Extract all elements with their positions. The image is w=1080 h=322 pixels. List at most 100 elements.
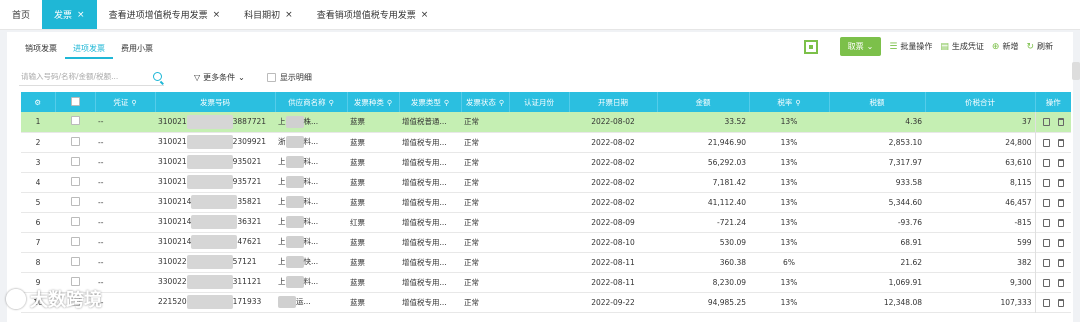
- table-row[interactable]: 2 -- 310021 2309921 浙 料... 蓝票 增值税专用... 正常 2022-08…: [21, 132, 1071, 152]
- table-row[interactable]: 1 -- 310021 3887721 上 株... 蓝票 增值税普通... 正常 2022-08…: [21, 112, 1071, 132]
- top-tab-2[interactable]: 查看进项增值税专用发票 ×: [97, 0, 233, 29]
- column-filter-icon[interactable]: ⚲: [795, 99, 800, 107]
- column-filter-icon[interactable]: ⚲: [131, 99, 136, 107]
- edit-icon[interactable]: [1042, 218, 1050, 227]
- trash-icon[interactable]: [1057, 178, 1064, 187]
- close-icon[interactable]: ×: [213, 10, 221, 20]
- edit-icon[interactable]: [1042, 178, 1050, 187]
- batch-operation-button[interactable]: ☰ 批量操作: [889, 41, 932, 52]
- top-tab-4[interactable]: 查看销项增值税专用发票 ×: [305, 0, 441, 29]
- more-conditions-button[interactable]: ▽ 更多条件 ⌄: [194, 72, 245, 83]
- table-row[interactable]: 6 -- 3100214 36321 上 科... 红票 增值税专用... 正常 2022-08-…: [21, 212, 1071, 232]
- trash-icon[interactable]: [1057, 138, 1064, 147]
- top-tab-3[interactable]: 科目期初 ×: [232, 0, 305, 29]
- new-button[interactable]: ⊕ 新增: [992, 41, 1019, 52]
- col-total[interactable]: 价税合计: [925, 92, 1036, 112]
- row-select-cell[interactable]: [55, 172, 95, 192]
- edit-icon[interactable]: [1042, 298, 1050, 307]
- close-icon[interactable]: ×: [77, 10, 85, 20]
- col-amount[interactable]: 金额: [657, 92, 750, 112]
- column-filter-icon[interactable]: ⚲: [444, 99, 449, 107]
- generate-voucher-button[interactable]: ▤ 生成凭证: [940, 41, 984, 52]
- refresh-button[interactable]: ↻ 刷新: [1026, 41, 1053, 52]
- row-checkbox[interactable]: [70, 276, 80, 286]
- trash-icon[interactable]: [1057, 218, 1064, 227]
- side-scroll-handle[interactable]: [1072, 62, 1080, 80]
- close-icon[interactable]: ×: [285, 10, 293, 20]
- col-type[interactable]: 发票类型 ⚲: [399, 92, 462, 112]
- select-all-checkbox[interactable]: [70, 96, 80, 106]
- col-voucher[interactable]: 凭证 ⚲: [95, 92, 156, 112]
- subtab-2[interactable]: 费用小票: [113, 40, 161, 59]
- close-icon[interactable]: ×: [421, 10, 429, 20]
- ops-cell: [1034, 112, 1071, 132]
- row-checkbox[interactable]: [70, 216, 80, 226]
- row-checkbox[interactable]: [70, 116, 80, 126]
- col-invoice-no[interactable]: 发票号码: [155, 92, 276, 112]
- top-tab-1[interactable]: 发票 ×: [42, 0, 97, 29]
- column-filter-icon[interactable]: ⚲: [499, 99, 504, 107]
- qrcode-icon[interactable]: [803, 39, 818, 54]
- supplier-cell: 上 快...: [275, 252, 347, 272]
- voucher-cell: --: [98, 257, 104, 267]
- row-checkbox[interactable]: [70, 156, 80, 166]
- row-select-cell[interactable]: [55, 112, 95, 132]
- col-kind[interactable]: 发票种类 ⚲: [347, 92, 400, 112]
- row-select-cell[interactable]: [55, 152, 95, 172]
- settings-header[interactable]: ⚙: [21, 92, 56, 112]
- subtab-1[interactable]: 进项发票: [65, 40, 113, 59]
- trash-icon[interactable]: [1057, 238, 1064, 247]
- col-rate[interactable]: 税率 ⚲: [749, 92, 830, 112]
- table-row[interactable]: 3 -- 310021 935021 上 科... 蓝票 增值税专用... 正常 2022-08-…: [21, 152, 1071, 172]
- status-cell: 正常: [464, 217, 479, 227]
- table-row[interactable]: 10 -- 221520 171933 运... 蓝票 增值税专用... 正常 2022-09-…: [21, 292, 1071, 312]
- col-supplier[interactable]: 供应商名称 ⚲: [275, 92, 348, 112]
- fetch-invoice-button[interactable]: 取票 ⌄: [839, 37, 882, 56]
- trash-icon[interactable]: [1057, 298, 1064, 307]
- column-filter-icon[interactable]: ⚲: [329, 99, 334, 107]
- gear-icon[interactable]: ⚙: [34, 98, 41, 107]
- edit-icon[interactable]: [1042, 238, 1050, 247]
- row-checkbox[interactable]: [70, 176, 80, 186]
- row-checkbox[interactable]: [70, 236, 80, 246]
- col-status[interactable]: 发票状态 ⚲: [461, 92, 510, 112]
- col-date[interactable]: 开票日期: [569, 92, 658, 112]
- trash-icon[interactable]: [1057, 278, 1064, 287]
- row-checkbox[interactable]: [70, 196, 80, 206]
- trash-icon[interactable]: [1057, 158, 1064, 167]
- col-cert-month[interactable]: 认证月份: [509, 92, 570, 112]
- row-checkbox[interactable]: [70, 136, 80, 146]
- select-all-header[interactable]: [55, 92, 96, 112]
- row-checkbox[interactable]: [70, 256, 80, 266]
- trash-icon[interactable]: [1057, 118, 1064, 127]
- row-select-cell[interactable]: [55, 132, 95, 152]
- table-row[interactable]: 7 -- 3100214 47621 上 科... 蓝票 增值税专用... 正常 2022-08-…: [21, 232, 1071, 252]
- kind-cell: 蓝票: [350, 237, 365, 247]
- search-input[interactable]: [21, 72, 141, 81]
- column-filter-icon[interactable]: ⚲: [387, 99, 392, 107]
- cert-month-cell: [509, 152, 569, 172]
- show-detail-checkbox[interactable]: [266, 72, 276, 82]
- invoice-no-suffix: 171933: [232, 297, 262, 306]
- search-icon[interactable]: [153, 72, 162, 81]
- edit-icon[interactable]: [1042, 278, 1050, 287]
- edit-icon[interactable]: [1042, 258, 1050, 267]
- row-select-cell[interactable]: [55, 252, 95, 272]
- edit-icon[interactable]: [1042, 198, 1050, 207]
- top-tab-0[interactable]: 首页: [0, 0, 42, 29]
- table-row[interactable]: 9 -- 330022 311121 上料... 蓝票 增值税专用... 正常 2022-08-…: [21, 272, 1071, 292]
- trash-icon[interactable]: [1057, 198, 1064, 207]
- subtab-0[interactable]: 销项发票: [17, 40, 65, 59]
- table-row[interactable]: 8 -- 310022 57121 上 快... 蓝票 增值税专用... 正常 2022-08-1…: [21, 252, 1071, 272]
- row-select-cell[interactable]: [55, 232, 95, 252]
- col-tax[interactable]: 税额: [829, 92, 926, 112]
- edit-icon[interactable]: [1042, 118, 1050, 127]
- table-row[interactable]: 4 -- 310021 935721 上 科... 蓝票 增值税专用... 正常 2022-08-…: [21, 172, 1071, 192]
- table-row[interactable]: 5 -- 3100214 35821 上 科... 蓝票 增值税专用... 正常 2022-08-…: [21, 192, 1071, 212]
- row-select-cell[interactable]: [55, 192, 95, 212]
- edit-icon[interactable]: [1042, 138, 1050, 147]
- edit-icon[interactable]: [1042, 158, 1050, 167]
- row-select-cell[interactable]: [55, 212, 95, 232]
- show-detail-toggle[interactable]: 显示明细: [266, 72, 312, 83]
- trash-icon[interactable]: [1057, 258, 1064, 267]
